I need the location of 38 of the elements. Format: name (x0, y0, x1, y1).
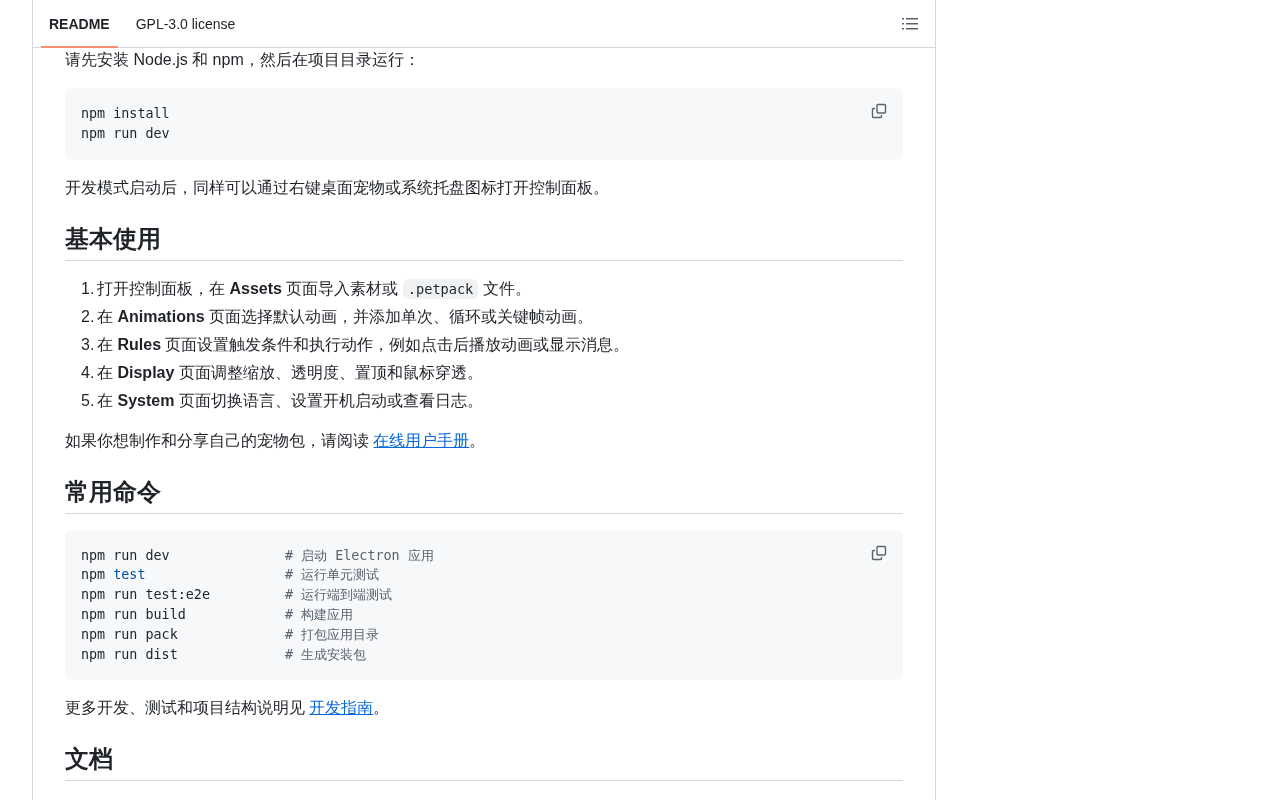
section-heading: 文档 (65, 744, 903, 782)
code-comment: # 启动 Electron 应用 (285, 546, 434, 565)
code-comment: # 运行端到端测试 (285, 586, 393, 605)
code-line: npm test (81, 566, 146, 585)
list-number: 5. (81, 390, 96, 411)
tab[interactable]: README (41, 1, 118, 48)
code-comment: # 构建应用 (285, 606, 354, 624)
code-line: npm run dev (81, 124, 170, 143)
paragraph: 如果你想制作和分享自己的宠物包，请阅读 在线用户手册。 (65, 430, 487, 451)
code-comment: # 运行单元测试 (285, 566, 380, 585)
code-line: npm run build (81, 606, 186, 624)
section-heading: 常用命令 (65, 476, 903, 514)
section-heading: 基本使用 (65, 223, 903, 261)
list-item: 在 System 页面切换语言、设置开机启动或查看日志。 (97, 390, 483, 411)
list-number: 1. (81, 278, 96, 299)
code-comment: # 打包应用目录 (285, 625, 380, 644)
list-item: 打开控制面板，在 Assets 页面导入素材或 .petpack 文件。 (97, 277, 531, 301)
list-item: 在 Rules 页面设置触发条件和执行动作，例如点击后播放动画或显示消息。 (97, 334, 630, 355)
list-number: 4. (81, 362, 96, 383)
inline-code: .petpack (402, 278, 479, 299)
code-line: npm run test:e2e (81, 586, 210, 605)
code-line: npm install (81, 105, 170, 123)
paragraph: 更多开发、测试和项目结构说明见 开发指南。 (65, 698, 391, 719)
paragraph: 开发模式启动后，同样可以通过右键桌面宠物或系统托盘图标打开控制面板。 (65, 177, 610, 198)
code-comment: # 生成安装包 (285, 645, 367, 664)
code-line: npm run dist (81, 645, 178, 664)
tab[interactable]: GPL-3.0 license (127, 1, 244, 48)
link[interactable]: 在线用户手册 (373, 431, 470, 449)
list-item: 在 Display 页面调整缩放、透明度、置顶和鼠标穿透。 (97, 362, 483, 383)
list-icon[interactable] (902, 16, 918, 31)
list-number: 3. (81, 334, 96, 355)
list-item: 在 Animations 页面选择默认动画，并添加单次、循环或关键帧动画。 (97, 306, 594, 327)
copy-button[interactable] (869, 101, 889, 121)
code-line: npm run dev (81, 546, 170, 565)
code-line: npm run pack (81, 625, 178, 644)
paragraph: 请先安装 Node.js 和 npm，然后在项目目录运行： (65, 50, 421, 70)
link[interactable]: 开发指南 (309, 699, 374, 717)
list-number: 2. (81, 306, 96, 327)
